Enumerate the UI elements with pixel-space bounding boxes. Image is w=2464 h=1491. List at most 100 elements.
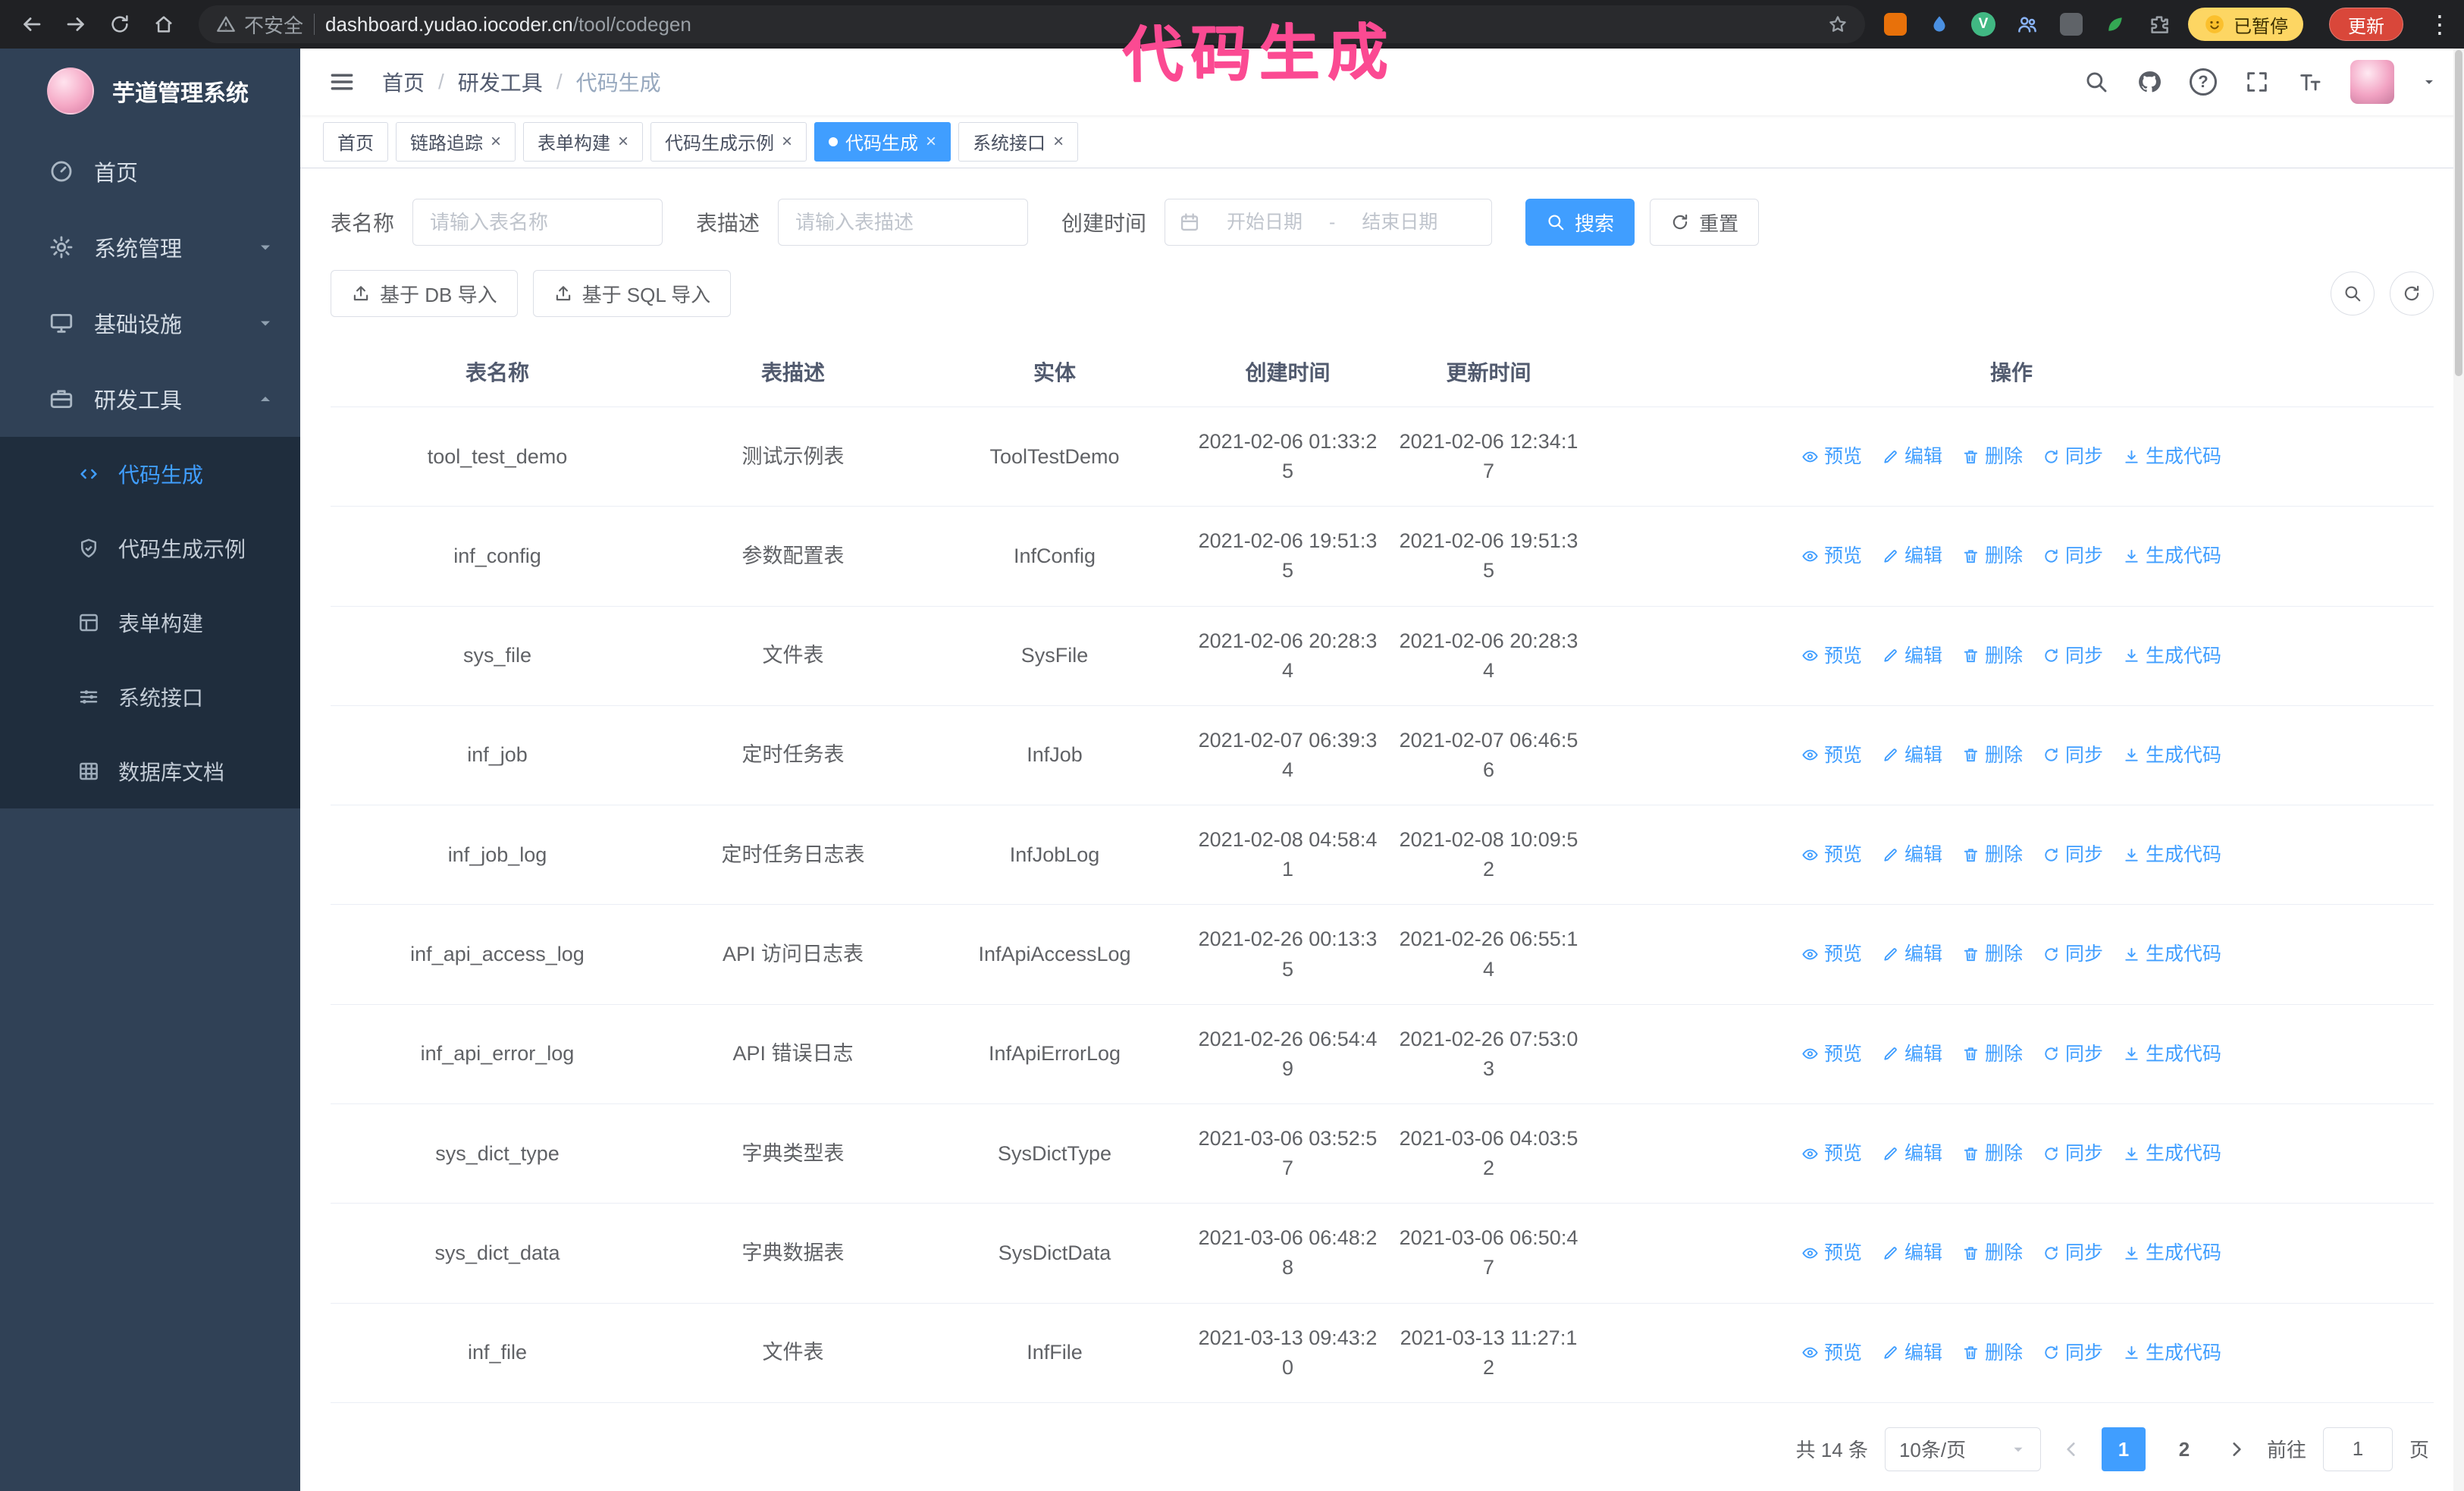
generate-code-link[interactable]: 生成代码 [2123, 542, 2221, 570]
sidebar-item-home[interactable]: 首页 [0, 133, 300, 209]
paused-badge[interactable]: 已暂停 [2188, 8, 2303, 41]
edit-link[interactable]: 编辑 [1882, 1041, 1942, 1068]
github-icon[interactable] [2136, 69, 2162, 95]
home-button[interactable] [144, 5, 183, 44]
extension-orange-icon[interactable] [1880, 9, 1911, 39]
preview-link[interactable]: 预览 [1801, 841, 1862, 868]
generate-code-link[interactable]: 生成代码 [2123, 1339, 2221, 1367]
page-button-1[interactable]: 1 [2101, 1427, 2146, 1471]
preview-link[interactable]: 预览 [1801, 642, 1862, 670]
edit-link[interactable]: 编辑 [1882, 940, 1942, 968]
table-name-input[interactable] [412, 199, 663, 246]
sync-link[interactable]: 同步 [2042, 1140, 2103, 1167]
sidebar-item-form-builder[interactable]: 表单构建 [0, 585, 300, 660]
extension-square-icon[interactable] [2056, 9, 2086, 39]
delete-link[interactable]: 删除 [1962, 1140, 2023, 1167]
delete-link[interactable]: 删除 [1962, 742, 2023, 769]
tab-tracing[interactable]: 链路追踪 × [396, 121, 516, 162]
delete-link[interactable]: 删除 [1962, 940, 2023, 968]
generate-code-link[interactable]: 生成代码 [2123, 443, 2221, 470]
edit-link[interactable]: 编辑 [1882, 1339, 1942, 1367]
sync-link[interactable]: 同步 [2042, 642, 2103, 670]
extension-leaf-icon[interactable] [2100, 9, 2130, 39]
preview-link[interactable]: 预览 [1801, 1140, 1862, 1167]
fullscreen-icon[interactable] [2244, 69, 2270, 95]
close-icon[interactable]: × [926, 132, 936, 151]
chevron-down-icon[interactable] [2422, 74, 2437, 89]
sync-link[interactable]: 同步 [2042, 1339, 2103, 1367]
sync-link[interactable]: 同步 [2042, 940, 2103, 968]
bookmark-star-icon[interactable] [1827, 14, 1848, 35]
update-button[interactable]: 更新 [2329, 8, 2403, 41]
forward-button[interactable] [56, 5, 96, 44]
edit-link[interactable]: 编辑 [1882, 443, 1942, 470]
sidebar-item-db-doc[interactable]: 数据库文档 [0, 734, 300, 808]
sync-link[interactable]: 同步 [2042, 1239, 2103, 1267]
end-date-input[interactable] [1344, 211, 1456, 234]
delete-link[interactable]: 删除 [1962, 642, 2023, 670]
preview-link[interactable]: 预览 [1801, 1339, 1862, 1367]
preview-link[interactable]: 预览 [1801, 443, 1862, 470]
extension-drop-icon[interactable] [1924, 9, 1955, 39]
page-scrollbar[interactable] [2453, 49, 2464, 1491]
generate-code-link[interactable]: 生成代码 [2123, 940, 2221, 968]
generate-code-link[interactable]: 生成代码 [2123, 742, 2221, 769]
close-icon[interactable]: × [1053, 132, 1064, 151]
sync-link[interactable]: 同步 [2042, 742, 2103, 769]
edit-link[interactable]: 编辑 [1882, 1140, 1942, 1167]
delete-link[interactable]: 删除 [1962, 443, 2023, 470]
edit-link[interactable]: 编辑 [1882, 841, 1942, 868]
generate-code-link[interactable]: 生成代码 [2123, 841, 2221, 868]
page-size-select[interactable]: 10条/页 [1884, 1427, 2041, 1471]
sidebar-item-codegen-example[interactable]: 代码生成示例 [0, 511, 300, 585]
import-sql-button[interactable]: 基于 SQL 导入 [532, 270, 732, 317]
date-range-picker[interactable]: - [1165, 199, 1493, 246]
edit-link[interactable]: 编辑 [1882, 1239, 1942, 1267]
page-button-2[interactable]: 2 [2162, 1427, 2206, 1471]
tab-home[interactable]: 首页 [323, 121, 388, 162]
help-icon[interactable]: ? [2190, 68, 2217, 96]
sidebar-item-codegen[interactable]: 代码生成 [0, 437, 300, 511]
generate-code-link[interactable]: 生成代码 [2123, 1140, 2221, 1167]
generate-code-link[interactable]: 生成代码 [2123, 642, 2221, 670]
sidebar-item-system-api[interactable]: 系统接口 [0, 660, 300, 734]
delete-link[interactable]: 删除 [1962, 1339, 2023, 1367]
browser-menu-icon[interactable]: ⋮ [2428, 10, 2452, 39]
breadcrumb-home[interactable]: 首页 [382, 67, 425, 97]
prev-page-button[interactable] [2058, 1427, 2085, 1471]
delete-link[interactable]: 删除 [1962, 841, 2023, 868]
sidebar-item-infrastructure[interactable]: 基础设施 [0, 285, 300, 361]
sidebar-item-dev-tools[interactable]: 研发工具 [0, 361, 300, 437]
font-size-icon[interactable] [2297, 69, 2323, 95]
search-button[interactable]: 搜索 [1525, 199, 1635, 246]
close-icon[interactable]: × [618, 132, 629, 151]
search-icon[interactable] [2083, 69, 2109, 95]
tab-system-api[interactable]: 系统接口 × [958, 121, 1079, 162]
delete-link[interactable]: 删除 [1962, 542, 2023, 570]
sync-link[interactable]: 同步 [2042, 443, 2103, 470]
import-db-button[interactable]: 基于 DB 导入 [331, 270, 518, 317]
preview-link[interactable]: 预览 [1801, 1041, 1862, 1068]
security-warning[interactable]: 不安全 [215, 11, 303, 39]
next-page-button[interactable] [2223, 1427, 2250, 1471]
start-date-input[interactable] [1209, 211, 1321, 234]
hamburger-icon[interactable] [328, 67, 356, 96]
tab-form-builder[interactable]: 表单构建 × [523, 121, 644, 162]
sidebar-item-system-management[interactable]: 系统管理 [0, 209, 300, 285]
generate-code-link[interactable]: 生成代码 [2123, 1239, 2221, 1267]
extension-people-icon[interactable] [2012, 9, 2042, 39]
back-button[interactable] [12, 5, 52, 44]
close-icon[interactable]: × [782, 132, 792, 151]
toggle-search-button[interactable] [2331, 272, 2375, 315]
tab-codegen[interactable]: 代码生成 × [814, 121, 951, 162]
preview-link[interactable]: 预览 [1801, 742, 1862, 769]
sync-link[interactable]: 同步 [2042, 542, 2103, 570]
tab-codegen-example[interactable]: 代码生成示例 × [650, 121, 807, 162]
preview-link[interactable]: 预览 [1801, 1239, 1862, 1267]
preview-link[interactable]: 预览 [1801, 940, 1862, 968]
refresh-table-button[interactable] [2390, 272, 2434, 315]
extensions-puzzle-icon[interactable] [2144, 9, 2174, 39]
scrollbar-thumb[interactable] [2455, 50, 2462, 376]
sync-link[interactable]: 同步 [2042, 1041, 2103, 1068]
delete-link[interactable]: 删除 [1962, 1041, 2023, 1068]
